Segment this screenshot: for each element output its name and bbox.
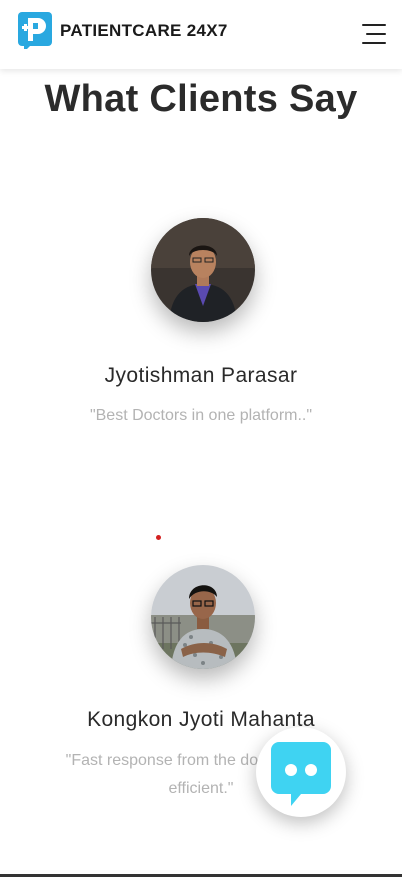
client-name: Kongkon Jyoti Mahanta xyxy=(87,708,315,731)
client-name: Jyotishman Parasar xyxy=(104,364,298,387)
section-title: What Clients Say xyxy=(44,78,358,120)
menu-line xyxy=(366,33,386,35)
brand-name[interactable]: PATIENTCARE 24X7 xyxy=(60,21,228,41)
hamburger-menu-icon[interactable] xyxy=(360,22,386,46)
chatbot-icon xyxy=(271,742,331,806)
site-header: PATIENTCARE 24X7 xyxy=(0,0,402,69)
chatbot-button[interactable] xyxy=(256,727,346,817)
slider-indicator-dot xyxy=(156,535,161,540)
client-avatar xyxy=(151,218,255,322)
client-quote: "Best Doctors in one platform.." xyxy=(89,407,313,424)
menu-line xyxy=(362,42,386,44)
menu-line xyxy=(362,24,386,26)
patientcare-logo-icon[interactable] xyxy=(18,12,52,52)
client-avatar xyxy=(151,565,255,669)
